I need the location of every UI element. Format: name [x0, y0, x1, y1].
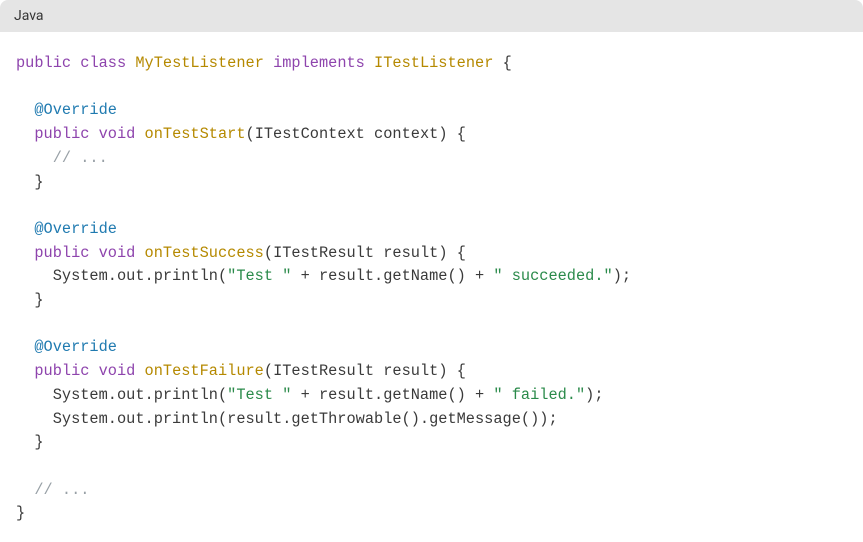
- kw-void: void: [99, 244, 136, 262]
- brace: }: [16, 504, 25, 522]
- kw-implements: implements: [273, 54, 365, 72]
- kw-void: void: [99, 362, 136, 380]
- paren: (: [246, 125, 255, 143]
- annotation-override: @Override: [34, 220, 117, 238]
- kw-public: public: [34, 362, 89, 380]
- brace: {: [457, 244, 466, 262]
- paren: (: [218, 410, 227, 428]
- paren: ): [438, 125, 447, 143]
- interface-name: ITestListener: [374, 54, 493, 72]
- param-type: ITestResult: [273, 244, 374, 262]
- expr-throwable: result.getThrowable().getMessage(): [227, 410, 539, 428]
- kw-public: public: [16, 54, 71, 72]
- param-name: result: [383, 362, 438, 380]
- string-test: "Test ": [227, 267, 291, 285]
- brace: {: [457, 125, 466, 143]
- brace: {: [457, 362, 466, 380]
- semi: ;: [622, 267, 631, 285]
- code-area: public class MyTestListener implements I…: [0, 32, 863, 542]
- plus: +: [466, 386, 494, 404]
- code-block: Java public class MyTestListener impleme…: [0, 0, 863, 542]
- kw-public: public: [34, 125, 89, 143]
- brace: }: [34, 173, 43, 191]
- string-failed: " failed.": [493, 386, 585, 404]
- paren: ): [585, 386, 594, 404]
- method-onTestFailure: onTestFailure: [145, 362, 264, 380]
- brace: }: [34, 291, 43, 309]
- semi: ;: [594, 386, 603, 404]
- paren: ): [438, 244, 447, 262]
- plus: +: [291, 267, 319, 285]
- sysout: System.out.println: [53, 410, 218, 428]
- paren: (: [264, 362, 273, 380]
- comment-ellipsis: // ...: [34, 481, 89, 499]
- sysout: System.out.println: [53, 386, 218, 404]
- method-onTestStart: onTestStart: [145, 125, 246, 143]
- annotation-override: @Override: [34, 101, 117, 119]
- kw-class: class: [80, 54, 126, 72]
- param-name: context: [374, 125, 438, 143]
- sysout: System.out.println: [53, 267, 218, 285]
- paren: ): [613, 267, 622, 285]
- paren: ): [438, 362, 447, 380]
- code-header: Java: [0, 0, 863, 32]
- semi: ;: [548, 410, 557, 428]
- kw-public: public: [34, 244, 89, 262]
- plus: +: [466, 267, 494, 285]
- class-name: MyTestListener: [135, 54, 264, 72]
- kw-void: void: [99, 125, 136, 143]
- param-name: result: [383, 244, 438, 262]
- brace: {: [503, 54, 512, 72]
- string-succeeded: " succeeded.": [493, 267, 612, 285]
- string-test: "Test ": [227, 386, 291, 404]
- paren: (: [218, 386, 227, 404]
- paren: (: [218, 267, 227, 285]
- plus: +: [291, 386, 319, 404]
- comment-ellipsis: // ...: [53, 149, 108, 167]
- brace: }: [34, 433, 43, 451]
- expr-getname: result.getName(): [319, 267, 466, 285]
- paren: (: [264, 244, 273, 262]
- language-label: Java: [14, 8, 44, 24]
- param-type: ITestResult: [273, 362, 374, 380]
- expr-getname: result.getName(): [319, 386, 466, 404]
- param-type: ITestContext: [255, 125, 365, 143]
- annotation-override: @Override: [34, 338, 117, 356]
- method-onTestSuccess: onTestSuccess: [145, 244, 264, 262]
